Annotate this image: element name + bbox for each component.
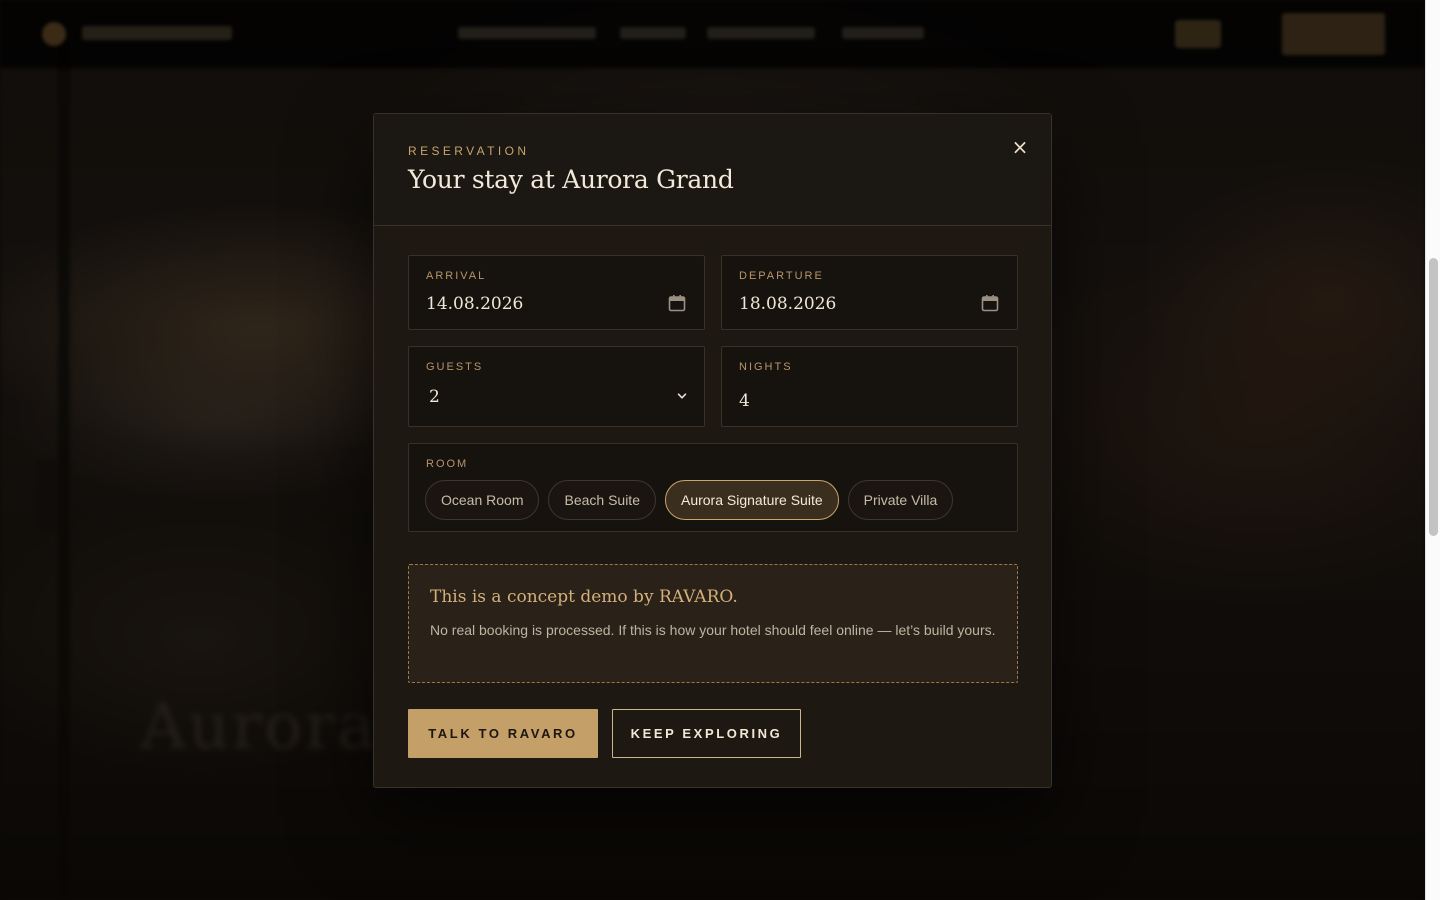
arrival-field[interactable]: ARRIVAL 14.08.2026 [408, 255, 705, 330]
arrival-label: ARRIVAL [426, 270, 487, 282]
chevron-down-icon[interactable] [676, 390, 688, 402]
page-scrollbar[interactable] [1425, 0, 1440, 900]
top-navigation [0, 0, 1425, 68]
close-icon[interactable]: × [1010, 136, 1030, 158]
reservation-modal: RESERVATION Your stay at Aurora Grand × … [373, 113, 1052, 788]
scrollbar-thumb[interactable] [1429, 258, 1438, 536]
nav-link [707, 27, 815, 39]
nights-value: 4 [739, 391, 750, 411]
talk-to-ravaro-button[interactable]: TALK TO RAVARO [408, 709, 598, 758]
guests-select[interactable]: GUESTS 2 [408, 346, 705, 427]
nights-field: NIGHTS 4 [721, 346, 1018, 427]
notice-body: No real booking is processed. If this is… [430, 622, 996, 638]
arrival-value[interactable]: 14.08.2026 [426, 294, 523, 314]
room-option-chip[interactable]: Beach Suite [548, 480, 656, 520]
calendar-icon[interactable] [981, 294, 999, 312]
logo-icon [42, 22, 66, 46]
nav-link [458, 27, 596, 39]
nights-label: NIGHTS [739, 361, 793, 373]
departure-field[interactable]: DEPARTURE 18.08.2026 [721, 255, 1018, 330]
room-option-chip[interactable]: Ocean Room [425, 480, 540, 520]
room-option-chip[interactable]: Private Villa [847, 480, 954, 520]
language-switch [1175, 20, 1221, 48]
room-selector: ROOM Ocean Room Beach Suite Aurora Signatu… [408, 443, 1018, 532]
modal-header: RESERVATION Your stay at Aurora Grand × [374, 114, 1051, 226]
nav-book-button [1282, 13, 1385, 55]
guests-label: GUESTS [426, 361, 484, 373]
demo-notice: This is a concept demo by RAVARO. No rea… [408, 564, 1018, 683]
departure-label: DEPARTURE [739, 270, 824, 282]
room-label: ROOM [426, 458, 469, 470]
keep-exploring-button[interactable]: KEEP EXPLORING [612, 709, 801, 758]
calendar-icon[interactable] [668, 294, 686, 312]
modal-eyebrow: RESERVATION [408, 144, 530, 158]
nav-link [842, 27, 924, 39]
nav-link [620, 27, 686, 39]
logo-wordmark [82, 26, 232, 40]
room-options: Ocean Room Beach Suite Aurora Signature Su… [425, 480, 954, 520]
modal-title: Your stay at Aurora Grand [408, 165, 734, 194]
departure-value[interactable]: 18.08.2026 [739, 294, 836, 314]
guests-value[interactable]: 2 [429, 387, 440, 407]
notice-title: This is a concept demo by RAVARO. [430, 587, 738, 607]
room-option-chip[interactable]: Aurora Signature Suite [664, 480, 839, 520]
